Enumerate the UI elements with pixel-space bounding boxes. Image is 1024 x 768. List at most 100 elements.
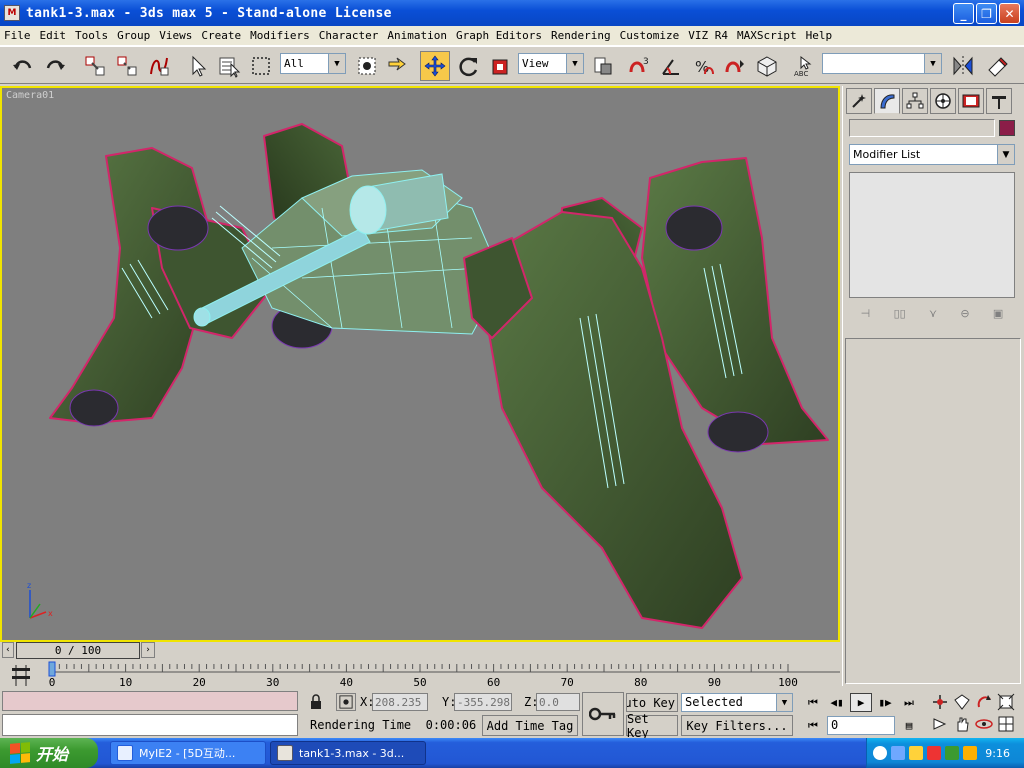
- snap-3d-icon[interactable]: 3: [624, 51, 654, 81]
- minimize-button[interactable]: _: [953, 3, 974, 24]
- edit-named-selection-icon[interactable]: ABC: [790, 51, 820, 81]
- remove-modifier-icon[interactable]: ⊖: [960, 307, 969, 320]
- set-key-icon[interactable]: [582, 692, 624, 736]
- named-selection-sets-icon[interactable]: [752, 51, 782, 81]
- display-tab-icon[interactable]: [958, 88, 984, 114]
- align-icon[interactable]: [982, 51, 1012, 81]
- menu-edit[interactable]: Edit: [40, 29, 67, 42]
- show-end-result-icon[interactable]: ▯▯: [894, 307, 906, 320]
- y-coord-field[interactable]: -355.298: [454, 693, 512, 711]
- restore-button[interactable]: ❐: [976, 3, 997, 24]
- z-coord-field[interactable]: 0.0: [536, 693, 580, 711]
- time-slider-thumb[interactable]: 0 / 100: [16, 642, 140, 659]
- object-color-swatch[interactable]: [999, 120, 1015, 136]
- mirror-icon[interactable]: [948, 51, 978, 81]
- create-tab-icon[interactable]: [846, 88, 872, 114]
- menu-viz-r4[interactable]: VIZ R4: [688, 29, 728, 42]
- menu-file[interactable]: File: [4, 29, 31, 42]
- network-icon[interactable]: [891, 746, 905, 760]
- key-filters-button[interactable]: Key Filters...: [681, 715, 793, 736]
- time-slider-prev-icon[interactable]: ‹: [2, 642, 14, 658]
- umbrella-icon[interactable]: [963, 746, 977, 760]
- track-bar-ruler[interactable]: 0 10 20 30 40 50 60 70 80 90 100: [0, 660, 840, 690]
- select-and-rotate-icon[interactable]: [454, 51, 484, 81]
- taskbar-item-myie2[interactable]: MyIE2 - [5D互动...: [110, 741, 266, 765]
- time-slider[interactable]: ‹ 0 / 100 ›: [0, 642, 840, 660]
- make-unique-icon[interactable]: ⋎: [929, 307, 937, 320]
- key-mode-dropdown[interactable]: Selected ▼: [681, 693, 793, 712]
- named-selection-dropdown[interactable]: ▼: [822, 53, 942, 74]
- volume-icon[interactable]: [909, 746, 923, 760]
- menu-maxscript[interactable]: MAXScript: [737, 29, 797, 42]
- set-key-button[interactable]: Set Key: [626, 712, 678, 740]
- orbit-camera-icon[interactable]: [974, 714, 994, 734]
- modifier-stack[interactable]: [849, 172, 1015, 298]
- pin-stack-icon[interactable]: ⊣: [861, 307, 871, 320]
- lock-selection-icon[interactable]: [308, 694, 324, 710]
- input-method-icon[interactable]: [945, 746, 959, 760]
- maximize-viewport-icon[interactable]: [996, 714, 1016, 734]
- taskbar-item-3dsmax[interactable]: tank1-3.max - 3d...: [270, 741, 426, 765]
- modify-tab-icon[interactable]: [874, 88, 900, 114]
- track-bar[interactable]: 0 10 20 30 40 50 60 70 80 90 100: [0, 660, 840, 690]
- close-button[interactable]: ✕: [999, 3, 1020, 24]
- menu-character[interactable]: Character: [319, 29, 379, 42]
- current-frame-field[interactable]: 0: [827, 716, 895, 735]
- use-pivot-center-icon[interactable]: [588, 51, 618, 81]
- bind-to-space-warp-icon[interactable]: [144, 51, 174, 81]
- go-to-end-icon[interactable]: ⏭: [898, 693, 920, 712]
- pan-icon[interactable]: [952, 714, 972, 734]
- selection-filter-dropdown[interactable]: All ▼: [280, 53, 346, 74]
- add-time-tag-button[interactable]: Add Time Tag: [482, 715, 578, 736]
- zoom-icon[interactable]: [930, 692, 950, 712]
- previous-frame-icon[interactable]: ◀▮: [826, 693, 848, 712]
- angle-snap-icon[interactable]: [656, 51, 686, 81]
- x-coord-field[interactable]: 208.235: [372, 693, 428, 711]
- menu-tools[interactable]: Tools: [75, 29, 108, 42]
- time-configuration-icon[interactable]: ▤: [898, 716, 920, 735]
- tank-mesh-render[interactable]: z x: [2, 88, 838, 640]
- menu-help[interactable]: Help: [806, 29, 833, 42]
- select-and-link-icon[interactable]: [80, 51, 110, 81]
- zoom-all-icon[interactable]: [952, 692, 972, 712]
- rollout-area[interactable]: [845, 338, 1021, 684]
- menu-customize[interactable]: Customize: [620, 29, 680, 42]
- camera-viewport[interactable]: Camera01 z x: [0, 86, 840, 642]
- rectangular-selection-icon[interactable]: [246, 51, 276, 81]
- redo-icon[interactable]: [40, 51, 70, 81]
- open-mini-curve-editor-icon[interactable]: [10, 664, 34, 688]
- menu-modifiers[interactable]: Modifiers: [250, 29, 310, 42]
- play-icon[interactable]: ▶: [850, 693, 872, 712]
- select-and-move-icon[interactable]: [420, 51, 450, 81]
- modifier-list-dropdown[interactable]: Modifier List ▼: [849, 144, 1015, 165]
- reference-coordinate-dropdown[interactable]: View ▼: [518, 53, 584, 74]
- next-frame-icon[interactable]: ▮▶: [874, 693, 896, 712]
- select-object-icon[interactable]: [184, 51, 214, 81]
- select-by-name-icon[interactable]: [214, 51, 244, 81]
- unlink-selection-icon[interactable]: [112, 51, 142, 81]
- status-line[interactable]: [2, 714, 298, 736]
- security-icon[interactable]: [927, 746, 941, 760]
- menu-graph-editors[interactable]: Graph Editors: [456, 29, 542, 42]
- field-of-view-icon[interactable]: [974, 692, 994, 712]
- time-slider-next-icon[interactable]: ›: [141, 642, 155, 658]
- motion-tab-icon[interactable]: [930, 88, 956, 114]
- undo-icon[interactable]: [8, 51, 38, 81]
- percent-snap-icon[interactable]: %: [688, 51, 718, 81]
- menu-views[interactable]: Views: [159, 29, 192, 42]
- 3ds-max-icon[interactable]: M: [4, 5, 20, 21]
- utilities-tab-icon[interactable]: [986, 88, 1012, 114]
- menu-group[interactable]: Group: [117, 29, 150, 42]
- hierarchy-tab-icon[interactable]: [902, 88, 928, 114]
- menu-rendering[interactable]: Rendering: [551, 29, 611, 42]
- key-mode-toggle-icon[interactable]: ⏮: [802, 716, 824, 735]
- start-button[interactable]: 开始: [0, 738, 98, 768]
- menu-animation[interactable]: Animation: [387, 29, 447, 42]
- object-name-field[interactable]: [849, 119, 995, 137]
- select-and-scale-icon[interactable]: [486, 51, 516, 81]
- window-crossing-icon[interactable]: [352, 51, 382, 81]
- absolute-mode-icon[interactable]: [336, 693, 356, 711]
- go-to-start-icon[interactable]: ⏮: [802, 693, 824, 712]
- dolly-camera-icon[interactable]: [930, 714, 950, 734]
- spinner-snap-icon[interactable]: [720, 51, 750, 81]
